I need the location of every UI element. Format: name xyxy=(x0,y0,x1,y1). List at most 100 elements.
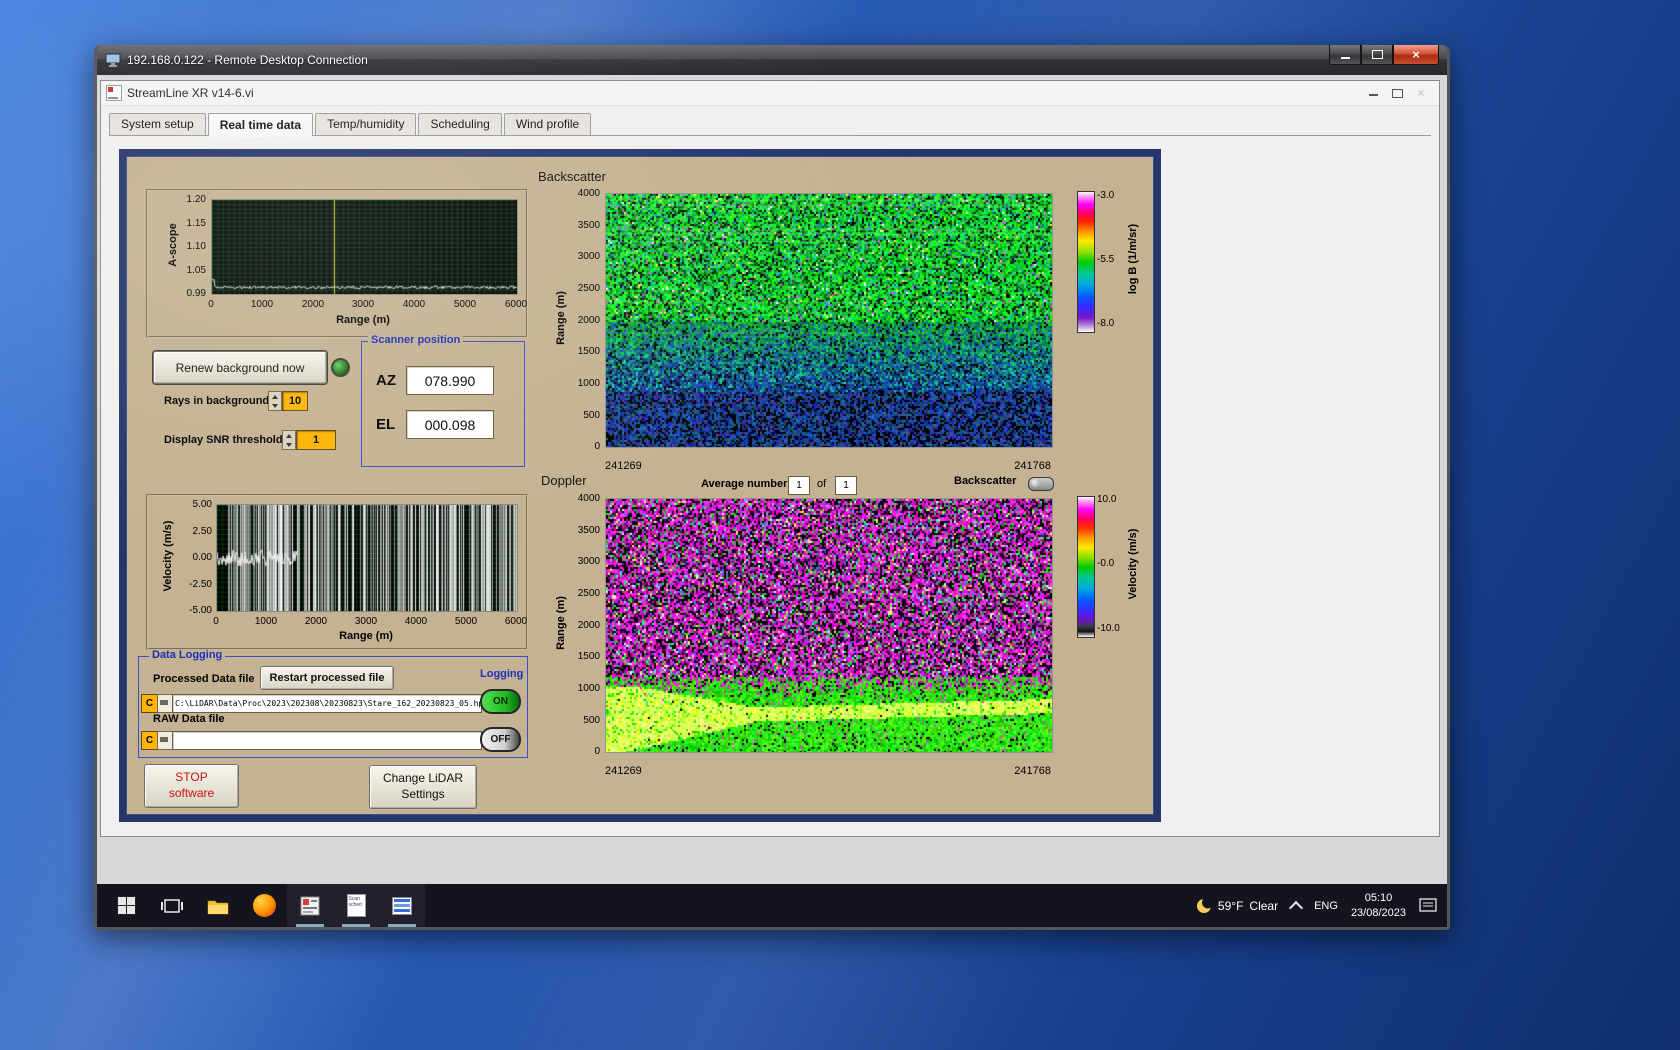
weather-widget[interactable]: 59°F Clear xyxy=(1196,898,1278,914)
taskbar-clock[interactable]: 05:10 23/08/2023 xyxy=(1351,891,1406,921)
doppler-colorbar-label: Velocity (m/s) xyxy=(1127,519,1139,609)
tab-scheduling[interactable]: Scheduling xyxy=(418,113,501,135)
velocity-chart-group: Velocity (m/s) 5.00 2.50 0.00 -2.50 -5.0… xyxy=(146,494,528,650)
az-value-field[interactable]: 078.990 xyxy=(406,366,494,395)
restart-processed-file-button[interactable]: Restart processed file xyxy=(260,666,394,690)
x-tick: 0 xyxy=(191,299,231,310)
x-tick: 5000 xyxy=(446,616,486,627)
y-tick: 2500 xyxy=(564,588,600,599)
backscatter-colorbar-label: log B (1/m/sr) xyxy=(1127,214,1139,304)
y-tick: 5.00 xyxy=(176,499,212,510)
processed-path-field[interactable]: C:\LiDAR\Data\Proc\2023\202308\20230823\… xyxy=(172,694,482,713)
y-tick: 4000 xyxy=(564,493,600,504)
firefox-button[interactable] xyxy=(241,884,287,927)
average-number-field[interactable]: 1 xyxy=(788,476,810,495)
spin-up-icon[interactable] xyxy=(272,395,278,399)
notification-icon[interactable] xyxy=(1419,898,1437,914)
x-end-label: 241768 xyxy=(991,460,1051,472)
raw-path-field[interactable] xyxy=(172,731,482,750)
tab-wind-profile[interactable]: Wind profile xyxy=(504,113,591,135)
browse-icon[interactable] xyxy=(157,694,173,713)
close-icon: × xyxy=(1417,86,1424,100)
change-lidar-settings-button[interactable]: Change LiDAR Settings xyxy=(369,765,477,809)
rays-value-field[interactable]: 10 xyxy=(282,391,308,411)
windows-logo-icon xyxy=(117,896,136,915)
minimize-icon xyxy=(1369,94,1378,96)
rdp-titlebar[interactable]: 192.168.0.122 - Remote Desktop Connectio… xyxy=(97,45,1447,75)
x-start-label: 241269 xyxy=(605,765,642,777)
renew-background-button[interactable]: Renew background now xyxy=(153,351,327,384)
x-start-label: 241269 xyxy=(605,460,642,472)
task-view-button[interactable] xyxy=(149,884,195,927)
y-tick: 0.99 xyxy=(172,288,206,299)
rdp-monitor-icon xyxy=(105,53,121,68)
x-tick: 0 xyxy=(196,616,236,627)
streamline-app-window: StreamLine XR v14-6.vi × System setup Re… xyxy=(100,80,1440,837)
labview-app-icon xyxy=(300,896,320,916)
spin-down-icon[interactable] xyxy=(272,404,278,408)
backscatter-section-title: Backscatter xyxy=(538,169,606,184)
y-tick: 3500 xyxy=(564,220,600,231)
colorbar-tick: -3.0 xyxy=(1097,190,1114,201)
tab-real-time-data[interactable]: Real time data xyxy=(208,113,313,136)
y-tick: 500 xyxy=(564,410,600,421)
y-tick: 3500 xyxy=(564,525,600,536)
spin-up-icon[interactable] xyxy=(286,434,292,438)
colorbar-tick: 10.0 xyxy=(1097,494,1116,505)
app-titlebar[interactable]: StreamLine XR v14-6.vi × xyxy=(101,81,1439,106)
backscatter-heatmap-canvas xyxy=(605,193,1053,448)
raw-file-label: RAW Data file xyxy=(153,713,225,725)
raw-drive-box[interactable]: C xyxy=(141,731,158,750)
log-viewer-taskbar-button[interactable] xyxy=(379,884,425,927)
snr-spinner[interactable] xyxy=(282,430,296,450)
raw-logging-toggle[interactable]: OFF xyxy=(480,727,521,752)
y-tick: 0 xyxy=(564,746,600,757)
y-tick: 1.05 xyxy=(172,265,206,276)
browse-icon[interactable] xyxy=(157,731,173,750)
doppler-y-axis-label: Range (m) xyxy=(555,588,567,658)
x-tick: 3000 xyxy=(343,299,383,310)
app-restore-button[interactable] xyxy=(1387,85,1407,101)
average-total-field[interactable]: 1 xyxy=(835,476,857,495)
tab-temp-humidity[interactable]: Temp/humidity xyxy=(315,113,416,135)
backscatter-colorbar xyxy=(1077,191,1095,333)
snr-value-field[interactable]: 1 xyxy=(296,430,336,450)
start-button[interactable] xyxy=(103,884,149,927)
language-indicator[interactable]: ENG xyxy=(1314,900,1338,912)
stop-software-button[interactable]: STOP software xyxy=(144,764,239,808)
document-icon: Scan sched xyxy=(347,894,366,917)
processed-logging-toggle[interactable]: ON xyxy=(480,689,521,714)
remote-desktop: StreamLine XR v14-6.vi × System setup Re… xyxy=(97,75,1447,927)
file-explorer-button[interactable] xyxy=(195,884,241,927)
ascope-plot-canvas xyxy=(211,199,518,295)
logging-label: Logging xyxy=(477,668,526,680)
tray-chevron-icon[interactable] xyxy=(1289,900,1303,914)
rdp-minimize-button[interactable] xyxy=(1329,45,1361,65)
app-close-button[interactable]: × xyxy=(1411,85,1431,101)
y-tick: 4000 xyxy=(564,188,600,199)
rdp-window-title: 192.168.0.122 - Remote Desktop Connectio… xyxy=(127,53,1447,67)
rdp-maximize-button[interactable] xyxy=(1361,45,1393,65)
scan-schedule-taskbar-button[interactable]: Scan sched xyxy=(333,884,379,927)
y-tick: 2500 xyxy=(564,283,600,294)
y-tick: 0.00 xyxy=(176,552,212,563)
backscatter-toggle-switch[interactable] xyxy=(1028,477,1054,491)
colorbar-tick: -8.0 xyxy=(1097,318,1114,329)
app-minimize-button[interactable] xyxy=(1363,85,1383,101)
firefox-icon xyxy=(253,894,276,917)
el-value-field[interactable]: 000.098 xyxy=(406,410,494,439)
y-tick: 2.50 xyxy=(176,526,212,537)
streamline-app-taskbar-button[interactable] xyxy=(287,884,333,927)
list-window-icon xyxy=(392,897,412,915)
processed-drive-box[interactable]: C xyxy=(141,694,158,713)
colorbar-tick: -10.0 xyxy=(1097,623,1120,634)
y-tick: 3000 xyxy=(564,251,600,262)
spin-down-icon[interactable] xyxy=(286,443,292,447)
x-tick: 1000 xyxy=(242,299,282,310)
rdp-close-button[interactable]: × xyxy=(1393,45,1439,65)
tab-system-setup[interactable]: System setup xyxy=(109,113,206,135)
weather-condition: Clear xyxy=(1249,899,1278,913)
desktop-wallpaper: 192.168.0.122 - Remote Desktop Connectio… xyxy=(0,0,1680,1050)
processed-file-label: Processed Data file xyxy=(153,673,255,685)
rays-spinner[interactable] xyxy=(268,391,282,411)
